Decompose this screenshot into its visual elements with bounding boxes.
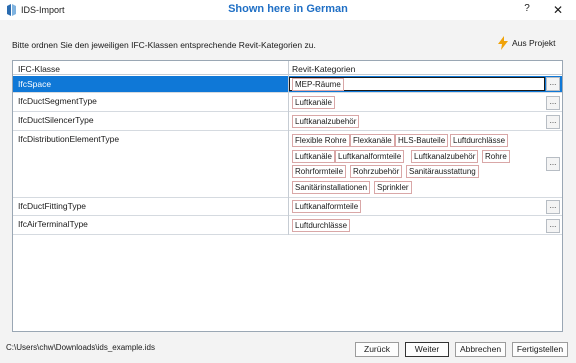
browse-categories-button[interactable]: ... (546, 96, 560, 110)
category-tag[interactable]: Luftkanalformteile (292, 200, 362, 213)
category-tag[interactable]: Luftkanalformteile (335, 150, 405, 163)
browse-categories-button[interactable]: ... (546, 77, 560, 91)
category-tag[interactable]: HLS-Bauteile (395, 134, 449, 147)
category-tag[interactable]: Sprinkler (374, 181, 412, 194)
from-project-button[interactable]: Aus Projekt (497, 36, 555, 50)
category-editor[interactable]: MEP-Räume (289, 77, 545, 91)
ifc-class-header: IFC-Klasse (18, 64, 61, 74)
category-tag[interactable]: Flexible Rohre (292, 134, 350, 147)
language-note: Shown here in German (228, 3, 348, 15)
browse-categories-button[interactable]: ... (546, 219, 560, 233)
category-tag[interactable]: Rohrzubehör (350, 165, 403, 178)
title-bar: IDS-Import Shown here in German ? ✕ (0, 0, 576, 20)
category-tag[interactable]: MEP-Räume (292, 78, 344, 91)
browse-categories-button[interactable]: ... (546, 115, 560, 129)
category-tag[interactable]: Luftdurchlässe (450, 134, 509, 147)
column-divider[interactable] (288, 61, 289, 235)
ifc-class-cell: IfcSpace (18, 79, 52, 89)
browse-categories-button[interactable]: ... (546, 157, 560, 171)
next-button[interactable]: Weiter (405, 342, 449, 357)
ids-import-dialog: IDS-Import Shown here in German ? ✕ Bitt… (0, 0, 576, 363)
file-path-text: C:\Users\chw\Downloads\ids_example.ids (6, 343, 155, 352)
ifc-class-cell: IfcDuctSegmentType (18, 96, 97, 106)
category-tag[interactable]: Luftdurchlässe (292, 219, 351, 232)
category-tag[interactable]: Luftkanalzubehör (411, 150, 479, 163)
category-tag[interactable]: Rohre (482, 150, 510, 163)
ifc-class-cell: IfcDuctSilencerType (18, 115, 94, 125)
ifc-class-cell: IfcDuctFittingType (18, 201, 87, 211)
revit-categories-header: Revit-Kategorien (292, 64, 356, 74)
from-project-label: Aus Projekt (512, 38, 556, 48)
close-button[interactable]: ✕ (551, 3, 565, 17)
ifc-class-cell: IfcDistributionElementType (18, 134, 120, 144)
category-tag[interactable]: Luftkanalzubehör (292, 115, 360, 128)
lightning-bolt-icon (498, 36, 508, 50)
category-tag[interactable]: Sanitärausstattung (406, 165, 479, 178)
category-tag[interactable]: Sanitärinstallationen (292, 181, 371, 194)
instruction-text: Bitte ordnen Sie den jeweiligen IFC-Klas… (12, 40, 316, 50)
finish-button[interactable]: Fertigstellen (512, 342, 568, 357)
browse-categories-button[interactable]: ... (546, 200, 560, 214)
category-tag[interactable]: Luftkanäle (292, 96, 335, 109)
category-tag[interactable]: Rohrformteile (292, 165, 347, 178)
help-button[interactable]: ? (520, 3, 534, 17)
ifc-class-cell: IfcAirTerminalType (18, 219, 88, 229)
back-button[interactable]: Zurück (355, 342, 399, 357)
category-tag[interactable]: Flexkanäle (350, 134, 395, 147)
category-tag[interactable]: Luftkanäle (292, 150, 335, 163)
mapping-grid: IFC-Klasse Revit-Kategorien IfcSpace MEP… (12, 60, 563, 332)
cancel-button[interactable]: Abbrechen (455, 342, 506, 357)
